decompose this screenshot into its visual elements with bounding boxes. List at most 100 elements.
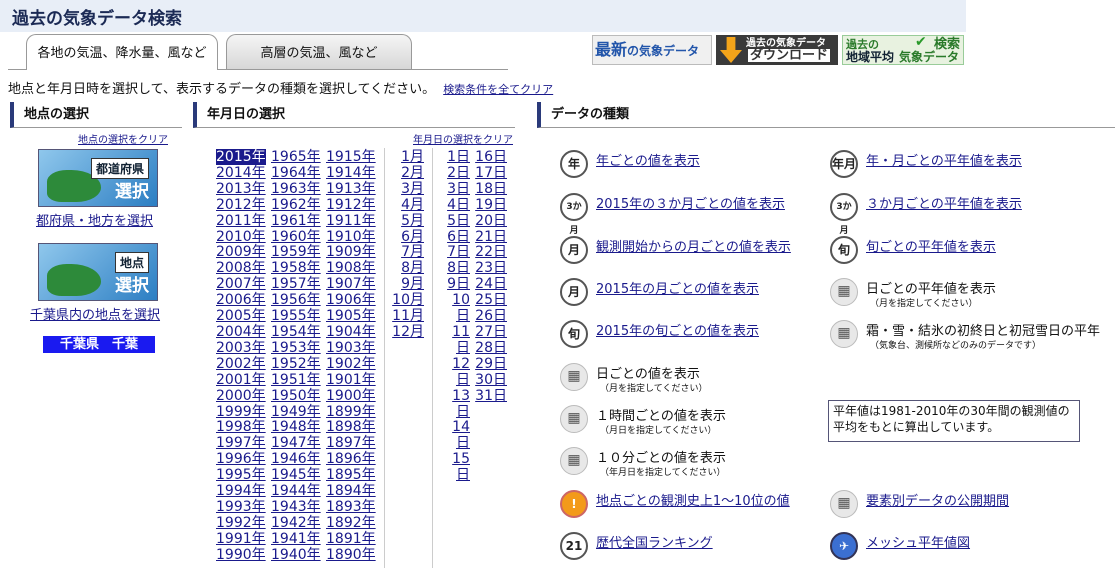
year-link[interactable]: 1944年: [271, 483, 321, 499]
year-link[interactable]: 1896年: [326, 451, 376, 467]
year-link[interactable]: 1899年: [326, 404, 376, 420]
day-link[interactable]: 5日: [447, 213, 470, 229]
day-link[interactable]: 11日: [452, 324, 470, 356]
datatype-label[interactable]: 要素別データの公開期間: [866, 490, 1009, 509]
month-link[interactable]: 5月: [401, 213, 424, 229]
year-link[interactable]: 1956年: [271, 292, 321, 308]
month-link[interactable]: 11月: [392, 308, 424, 324]
datatype-label[interactable]: 旬ごとの平年値を表示: [866, 236, 996, 255]
day-link[interactable]: 13日: [452, 388, 470, 420]
point-select-link[interactable]: 千葉県内の地点を選択: [30, 304, 160, 323]
day-link[interactable]: 16日: [475, 149, 507, 165]
day-link[interactable]: 1日: [447, 149, 470, 165]
year-link[interactable]: 2004年: [216, 324, 266, 340]
regional-average-banner[interactable]: 過去の ✔ 検索 地域平均 気象データ: [842, 35, 964, 65]
year-link[interactable]: 1940年: [271, 547, 321, 563]
day-link[interactable]: 8日: [447, 260, 470, 276]
day-link[interactable]: 6日: [447, 229, 470, 245]
year-link[interactable]: 1959年: [271, 244, 321, 260]
day-link[interactable]: 22日: [475, 244, 507, 260]
tab-surface[interactable]: 各地の気温、降水量、風など: [26, 34, 218, 70]
year-link[interactable]: 1995年: [216, 467, 266, 483]
year-link[interactable]: 2010年: [216, 229, 266, 245]
year-link[interactable]: 1960年: [271, 229, 321, 245]
datatype-label[interactable]: 年ごとの値を表示: [596, 150, 700, 169]
day-link[interactable]: 19日: [475, 197, 507, 213]
datatype-label[interactable]: 2015年の月ごとの値を表示: [596, 278, 759, 297]
year-link[interactable]: 1905年: [326, 308, 376, 324]
datatype-label[interactable]: 観測開始からの月ごとの値を表示: [596, 236, 791, 255]
datatype-label[interactable]: 地点ごとの観測史上1～10位の値: [596, 490, 790, 509]
year-link[interactable]: 1950年: [271, 388, 321, 404]
clear-all-link[interactable]: 検索条件を全てクリア: [443, 83, 553, 96]
year-link[interactable]: 1949年: [271, 404, 321, 420]
year-link[interactable]: 1942年: [271, 515, 321, 531]
day-link[interactable]: 2日: [447, 165, 470, 181]
month-link[interactable]: 8月: [401, 260, 424, 276]
prefecture-select-image[interactable]: 都道府県 選択: [38, 149, 158, 207]
year-link[interactable]: 1895年: [326, 467, 376, 483]
year-link[interactable]: 1997年: [216, 435, 266, 451]
year-link[interactable]: 2005年: [216, 308, 266, 324]
location-clear-link[interactable]: 地点の選択をクリア: [78, 131, 168, 146]
month-link[interactable]: 7月: [401, 244, 424, 260]
year-link[interactable]: 1948年: [271, 419, 321, 435]
prefecture-select-link[interactable]: 都府県・地方を選択: [36, 210, 153, 229]
year-link[interactable]: 1996年: [216, 451, 266, 467]
month-link[interactable]: 12月: [392, 324, 424, 340]
year-link[interactable]: 1901年: [326, 372, 376, 388]
tab-upper-air[interactable]: 高層の気温、風など: [226, 34, 412, 70]
day-link[interactable]: 27日: [475, 324, 507, 340]
year-link[interactable]: 1892年: [326, 515, 376, 531]
year-link[interactable]: 1903年: [326, 340, 376, 356]
year-link[interactable]: 1908年: [326, 260, 376, 276]
year-link[interactable]: 2009年: [216, 244, 266, 260]
month-link[interactable]: 10月: [392, 292, 424, 308]
year-link[interactable]: 1953年: [271, 340, 321, 356]
day-link[interactable]: 17日: [475, 165, 507, 181]
day-link[interactable]: 12日: [452, 356, 470, 388]
year-link[interactable]: 1907年: [326, 276, 376, 292]
year-link[interactable]: 1914年: [326, 165, 376, 181]
day-link[interactable]: 26日: [475, 308, 507, 324]
month-link[interactable]: 1月: [401, 149, 424, 165]
day-link[interactable]: 9日: [447, 276, 470, 292]
year-link[interactable]: 1891年: [326, 531, 376, 547]
point-select-image[interactable]: 地点 選択: [38, 243, 158, 301]
datatype-label[interactable]: 年・月ごとの平年値を表示: [866, 150, 1022, 169]
year-link[interactable]: 1951年: [271, 372, 321, 388]
year-link[interactable]: 1998年: [216, 419, 266, 435]
year-link[interactable]: 2003年: [216, 340, 266, 356]
year-link[interactable]: 1999年: [216, 404, 266, 420]
year-link[interactable]: 1902年: [326, 356, 376, 372]
year-link[interactable]: 1962年: [271, 197, 321, 213]
year-link[interactable]: 2014年: [216, 165, 266, 181]
year-link[interactable]: 1943年: [271, 499, 321, 515]
year-link[interactable]: 1910年: [326, 229, 376, 245]
year-link[interactable]: 1900年: [326, 388, 376, 404]
day-link[interactable]: 24日: [475, 276, 507, 292]
year-link[interactable]: 2012年: [216, 197, 266, 213]
year-link[interactable]: 1913年: [326, 181, 376, 197]
year-link[interactable]: 1963年: [271, 181, 321, 197]
year-link[interactable]: 2000年: [216, 388, 266, 404]
month-link[interactable]: 9月: [401, 276, 424, 292]
date-clear-link[interactable]: 年月日の選択をクリア: [413, 131, 513, 146]
year-link[interactable]: 1904年: [326, 324, 376, 340]
day-link[interactable]: 15日: [452, 451, 470, 483]
latest-data-banner[interactable]: 最新の気象データ: [592, 35, 712, 65]
day-link[interactable]: 14日: [452, 419, 470, 451]
day-link[interactable]: 4日: [447, 197, 470, 213]
year-link[interactable]: 1947年: [271, 435, 321, 451]
year-link[interactable]: 1990年: [216, 547, 266, 563]
year-link[interactable]: 1958年: [271, 260, 321, 276]
year-link[interactable]: 1954年: [271, 324, 321, 340]
year-link[interactable]: 2002年: [216, 356, 266, 372]
year-link[interactable]: 2008年: [216, 260, 266, 276]
year-link[interactable]: 1965年: [271, 149, 321, 165]
year-link[interactable]: 1893年: [326, 499, 376, 515]
year-link[interactable]: 1911年: [326, 213, 376, 229]
year-link[interactable]: 1955年: [271, 308, 321, 324]
year-link[interactable]: 1964年: [271, 165, 321, 181]
year-link[interactable]: 1952年: [271, 356, 321, 372]
